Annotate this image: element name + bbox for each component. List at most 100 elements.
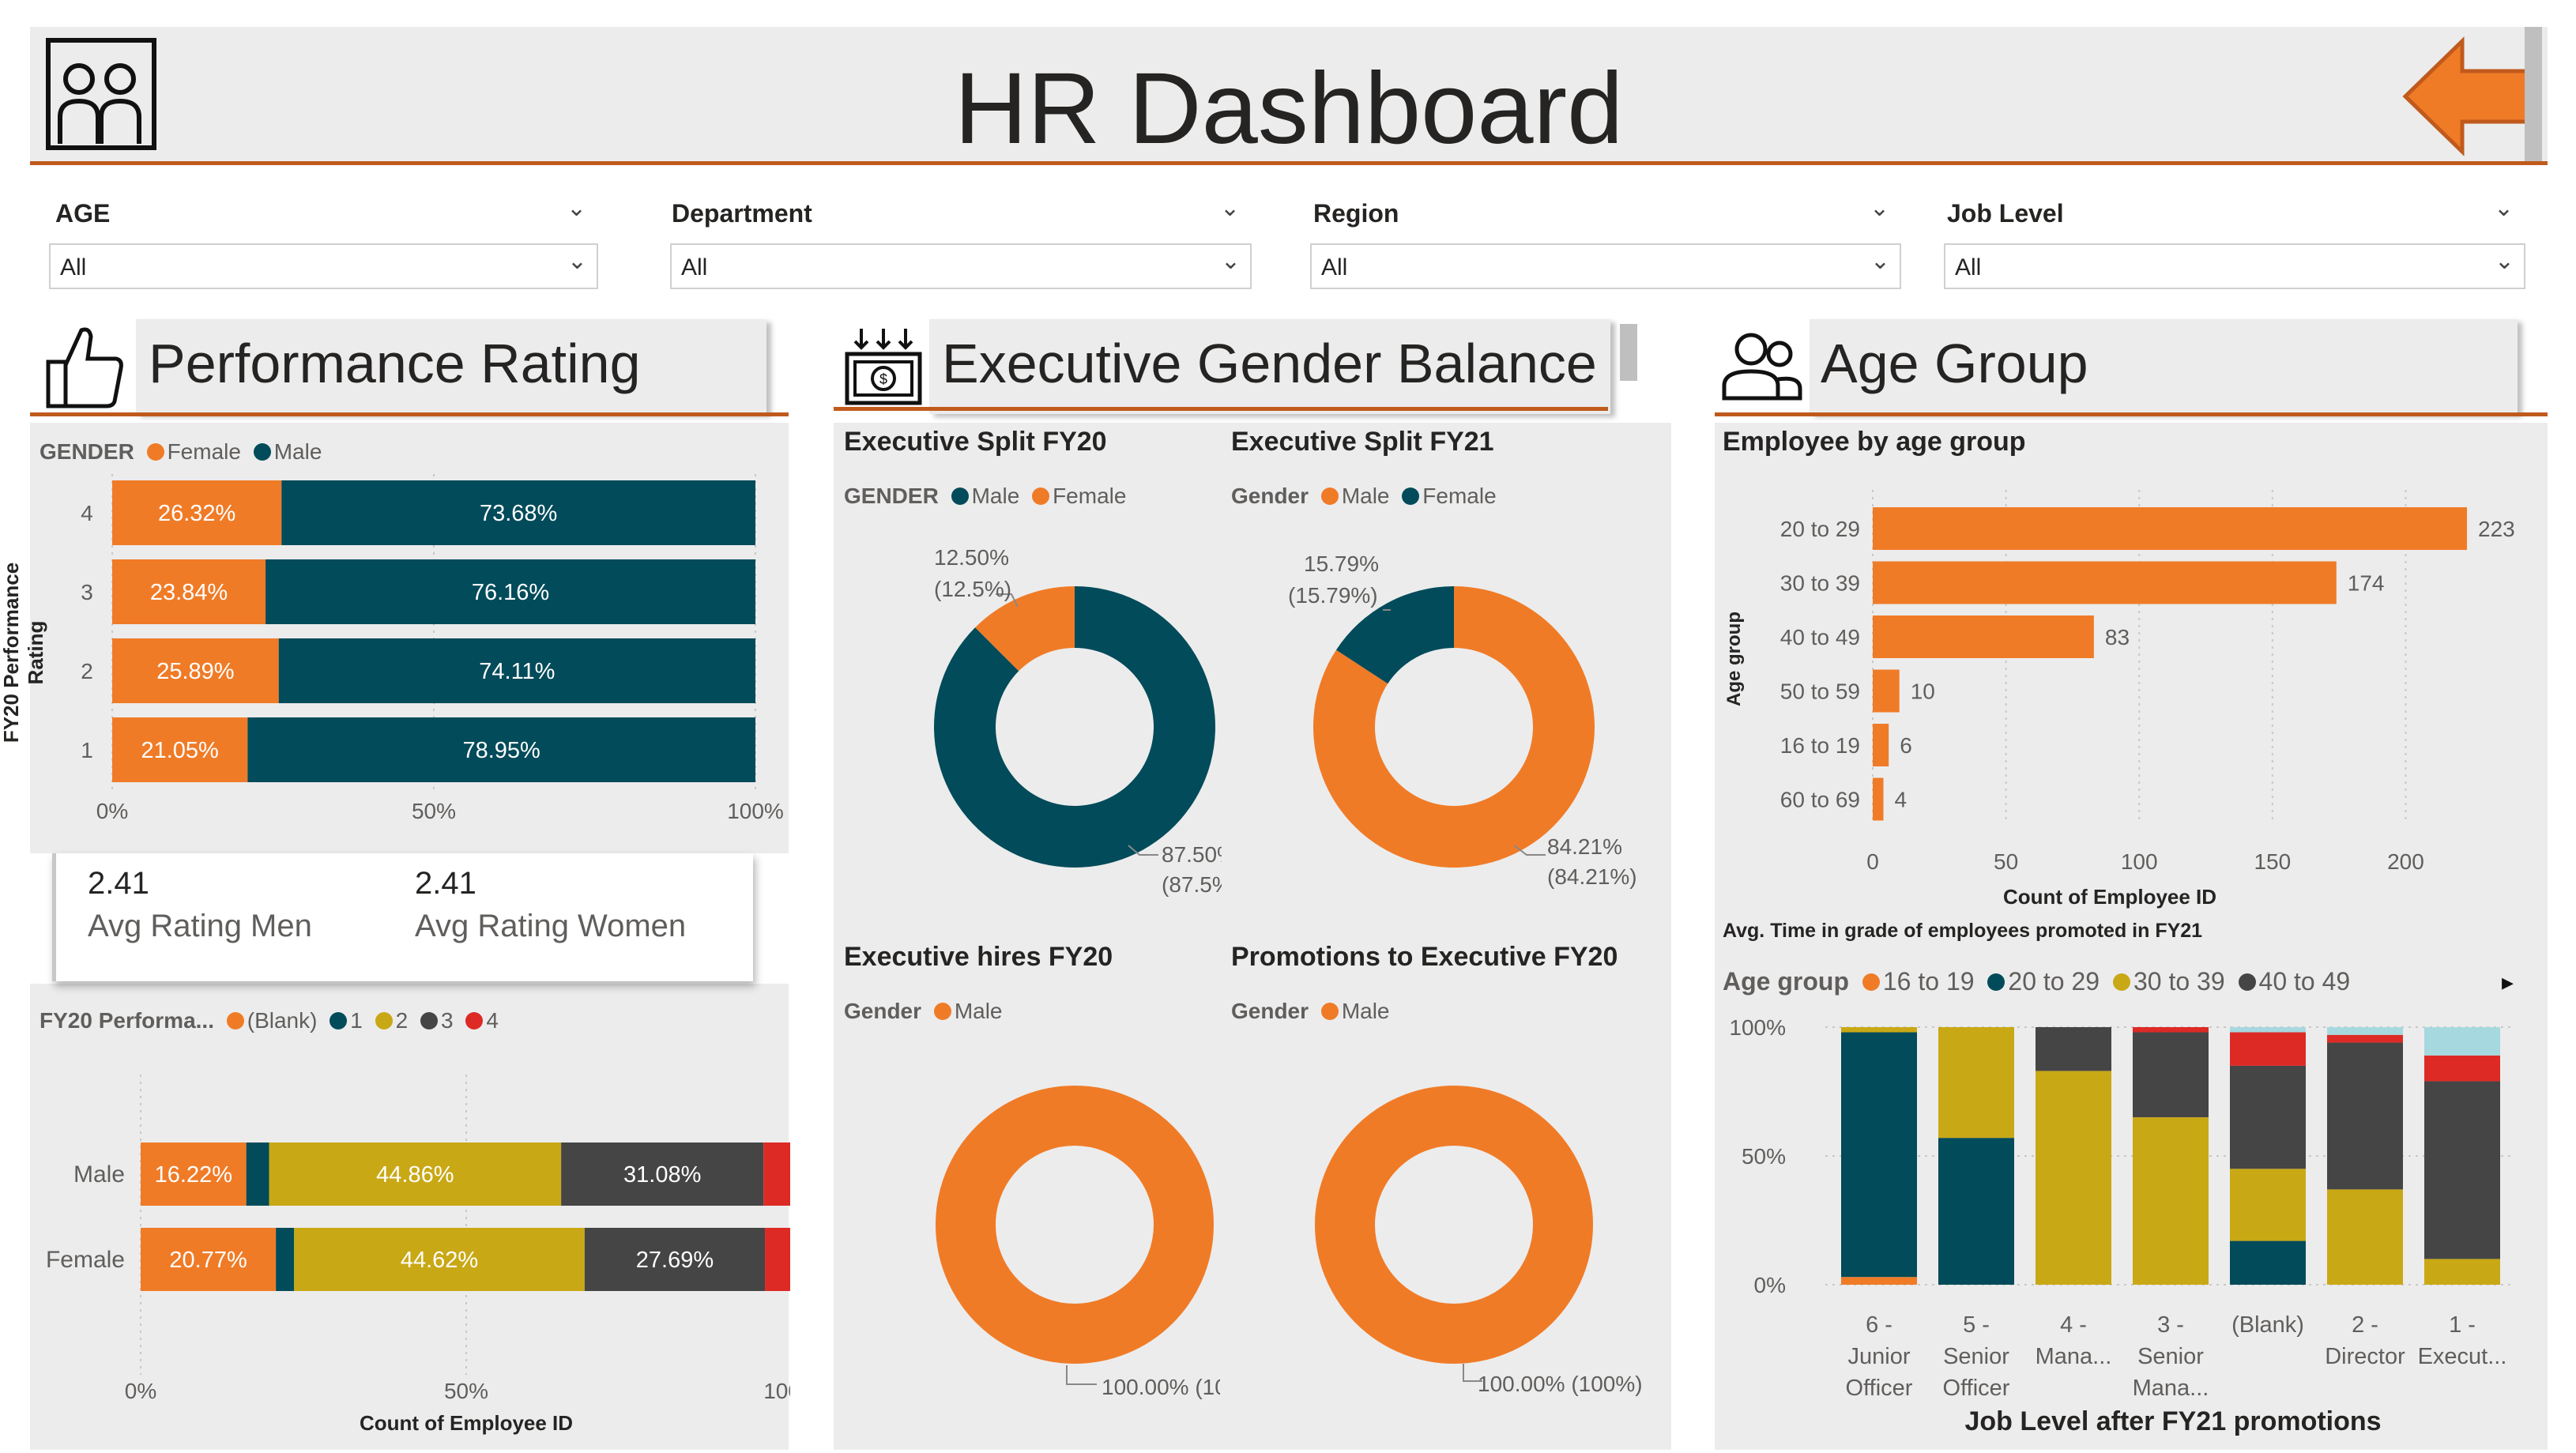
job-level-chart: 100% 50% 0% 6 - Junior Officer 5 - Senior Office… [1729, 1015, 2513, 1436]
chevron-down-icon: ⌄ [1220, 248, 1241, 274]
bar-age-group [1873, 561, 2337, 604]
chevron-down-icon[interactable]: ⌄ [1220, 194, 1240, 222]
filter-age[interactable]: AGE ⌄ All ⌄ [49, 194, 598, 297]
filter-label: Region [1313, 199, 1399, 228]
avg-rating-women-label: Avg Rating Women [415, 909, 687, 943]
legend-item: Male [954, 999, 1003, 1023]
bar-segment [1938, 1027, 2014, 1139]
x-tick-label: 100% [763, 1379, 790, 1403]
legend-swatch-16-19 [1862, 973, 1880, 991]
y-tick-label: 30 to 39 [1780, 571, 1860, 596]
gender-rating-legend: FY20 Performa... (Blank) 1 2 3 4 [40, 1008, 499, 1033]
bar-segment [2133, 1032, 2209, 1118]
filter-job-level[interactable]: Job Level ⌄ All ⌄ [1944, 194, 2525, 297]
x-tick-label: Mana... [2036, 1344, 2112, 1369]
legend-item: 2 [395, 1008, 409, 1033]
bar-segment [763, 1142, 790, 1206]
bar-segment [276, 1228, 295, 1291]
legend-next-icon[interactable]: ▸ [2502, 969, 2514, 996]
split-fy20-title: Executive Split FY20 [844, 427, 1107, 457]
exec-divider [834, 407, 1608, 411]
bar-segment [2133, 1027, 2209, 1033]
money-icon: $ [844, 324, 923, 407]
data-label: 44.62% [401, 1248, 478, 1273]
bar-segment [2327, 1189, 2403, 1285]
promotions-fy20-title: Promotions to Executive FY20 [1231, 942, 1618, 972]
age-caption: Avg. Time in grade of employees promoted… [1723, 920, 2203, 942]
age-group-chart: 0 50 100 150 200 Count of Employee ID 20 to 29… [1780, 490, 2515, 909]
thumbs-up-icon [43, 324, 126, 411]
chevron-down-icon[interactable]: ⌄ [567, 194, 586, 222]
legend-item: 20 to 29 [2008, 967, 2100, 996]
bar-segment [2230, 1169, 2306, 1241]
x-tick-label: 0% [125, 1379, 156, 1403]
y-tick-label: 50 to 59 [1780, 679, 1860, 704]
bar-segment [2036, 1071, 2111, 1285]
filter-dropdown[interactable]: All ⌄ [670, 243, 1252, 289]
legend-item: 1 [350, 1008, 363, 1033]
chevron-down-icon[interactable]: ⌄ [2494, 194, 2514, 222]
data-label: 31.08% [623, 1162, 701, 1188]
legend-swatch-2 [375, 1011, 393, 1030]
x-tick-label: 3 - [2157, 1312, 2184, 1338]
x-tick-label: 0 [1866, 849, 1879, 874]
leader-line [1066, 1365, 1097, 1385]
fy21-male-label-pct: (84.21%) [1547, 864, 1637, 889]
x-tick-label: 100 [2121, 849, 2158, 874]
legend-item: (Blank) [247, 1008, 318, 1033]
data-label: 74.11% [479, 659, 555, 684]
x-axis-label: Job Level after FY21 promotions [1964, 1406, 2381, 1436]
x-axis-label: Count of Employee ID [2003, 885, 2216, 909]
gender-rating-chart: 0% 50% 100% Count of Employee ID Male 16.22% 4… [46, 1075, 790, 1435]
slice-male [1315, 1086, 1593, 1364]
filter-dropdown[interactable]: All ⌄ [49, 243, 598, 289]
x-tick-label: 4 - [2060, 1312, 2087, 1338]
x-tick-label: 5 - [1963, 1312, 1990, 1338]
data-label: 26.32% [158, 501, 235, 526]
users-icon [1721, 330, 1804, 403]
data-label: 78.95% [462, 738, 540, 763]
x-tick-label: 100% [727, 799, 784, 823]
filter-region[interactable]: Region ⌄ All ⌄ [1310, 194, 1901, 297]
filter-dropdown[interactable]: All ⌄ [1310, 243, 1901, 289]
x-tick-label: Junior [1848, 1344, 1911, 1369]
arrow-left-icon[interactable] [2401, 33, 2535, 160]
exec-scrollbar[interactable] [1620, 324, 1637, 381]
job-level-legend: Age group 16 to 19 20 to 29 30 to 39 40 … [1723, 967, 2350, 996]
y-axis-label: FY20 Performance Rating [0, 562, 47, 743]
y-tick-label: 2 [81, 659, 93, 683]
bar-age-group [1873, 507, 2467, 550]
x-tick-label: 2 - [2352, 1312, 2378, 1338]
header-bar: HR Dashboard [30, 27, 2548, 165]
bar-segment [246, 1142, 269, 1206]
data-label: 76.16% [472, 580, 549, 605]
filter-department[interactable]: Department ⌄ All ⌄ [670, 194, 1252, 297]
y-tick-label: 4 [81, 501, 93, 525]
split-fy21-title: Executive Split FY21 [1231, 427, 1494, 457]
bar-segment [2230, 1027, 2306, 1033]
fy21-female-label: 15.79% [1304, 551, 1379, 576]
hires-fy20-label: 100.00% (100%) [1102, 1375, 1220, 1399]
bar-segment [1841, 1277, 1917, 1285]
performance-legend: GENDER Female Male [40, 439, 322, 465]
filter-value: All [1955, 254, 1982, 280]
filter-dropdown[interactable]: All ⌄ [1944, 243, 2525, 289]
data-label: 6 [1900, 733, 1912, 758]
fy20-male-label-pct: (87.5%) [1162, 872, 1222, 897]
legend-swatch-male [951, 487, 969, 505]
legend-male: Male [273, 439, 322, 464]
legend-item: Male [1341, 999, 1390, 1023]
legend-item: Female [1053, 484, 1127, 508]
chevron-down-icon[interactable]: ⌄ [1870, 194, 1889, 222]
data-label: 23.84% [150, 580, 228, 605]
y-tick-label: 20 to 29 [1780, 517, 1860, 541]
bar-segment [2424, 1055, 2500, 1082]
legend-title: Gender [844, 999, 922, 1023]
header-scrollbar[interactable] [2525, 27, 2542, 161]
x-tick-label: 50% [412, 799, 456, 823]
hires-fy20-legend: Gender Male [844, 999, 1003, 1024]
split-fy21-legend: Gender Male Female [1231, 484, 1497, 509]
y-tick-label: 1 [81, 738, 93, 762]
chevron-down-icon: ⌄ [2494, 248, 2514, 274]
legend-item: Male [1341, 484, 1390, 508]
